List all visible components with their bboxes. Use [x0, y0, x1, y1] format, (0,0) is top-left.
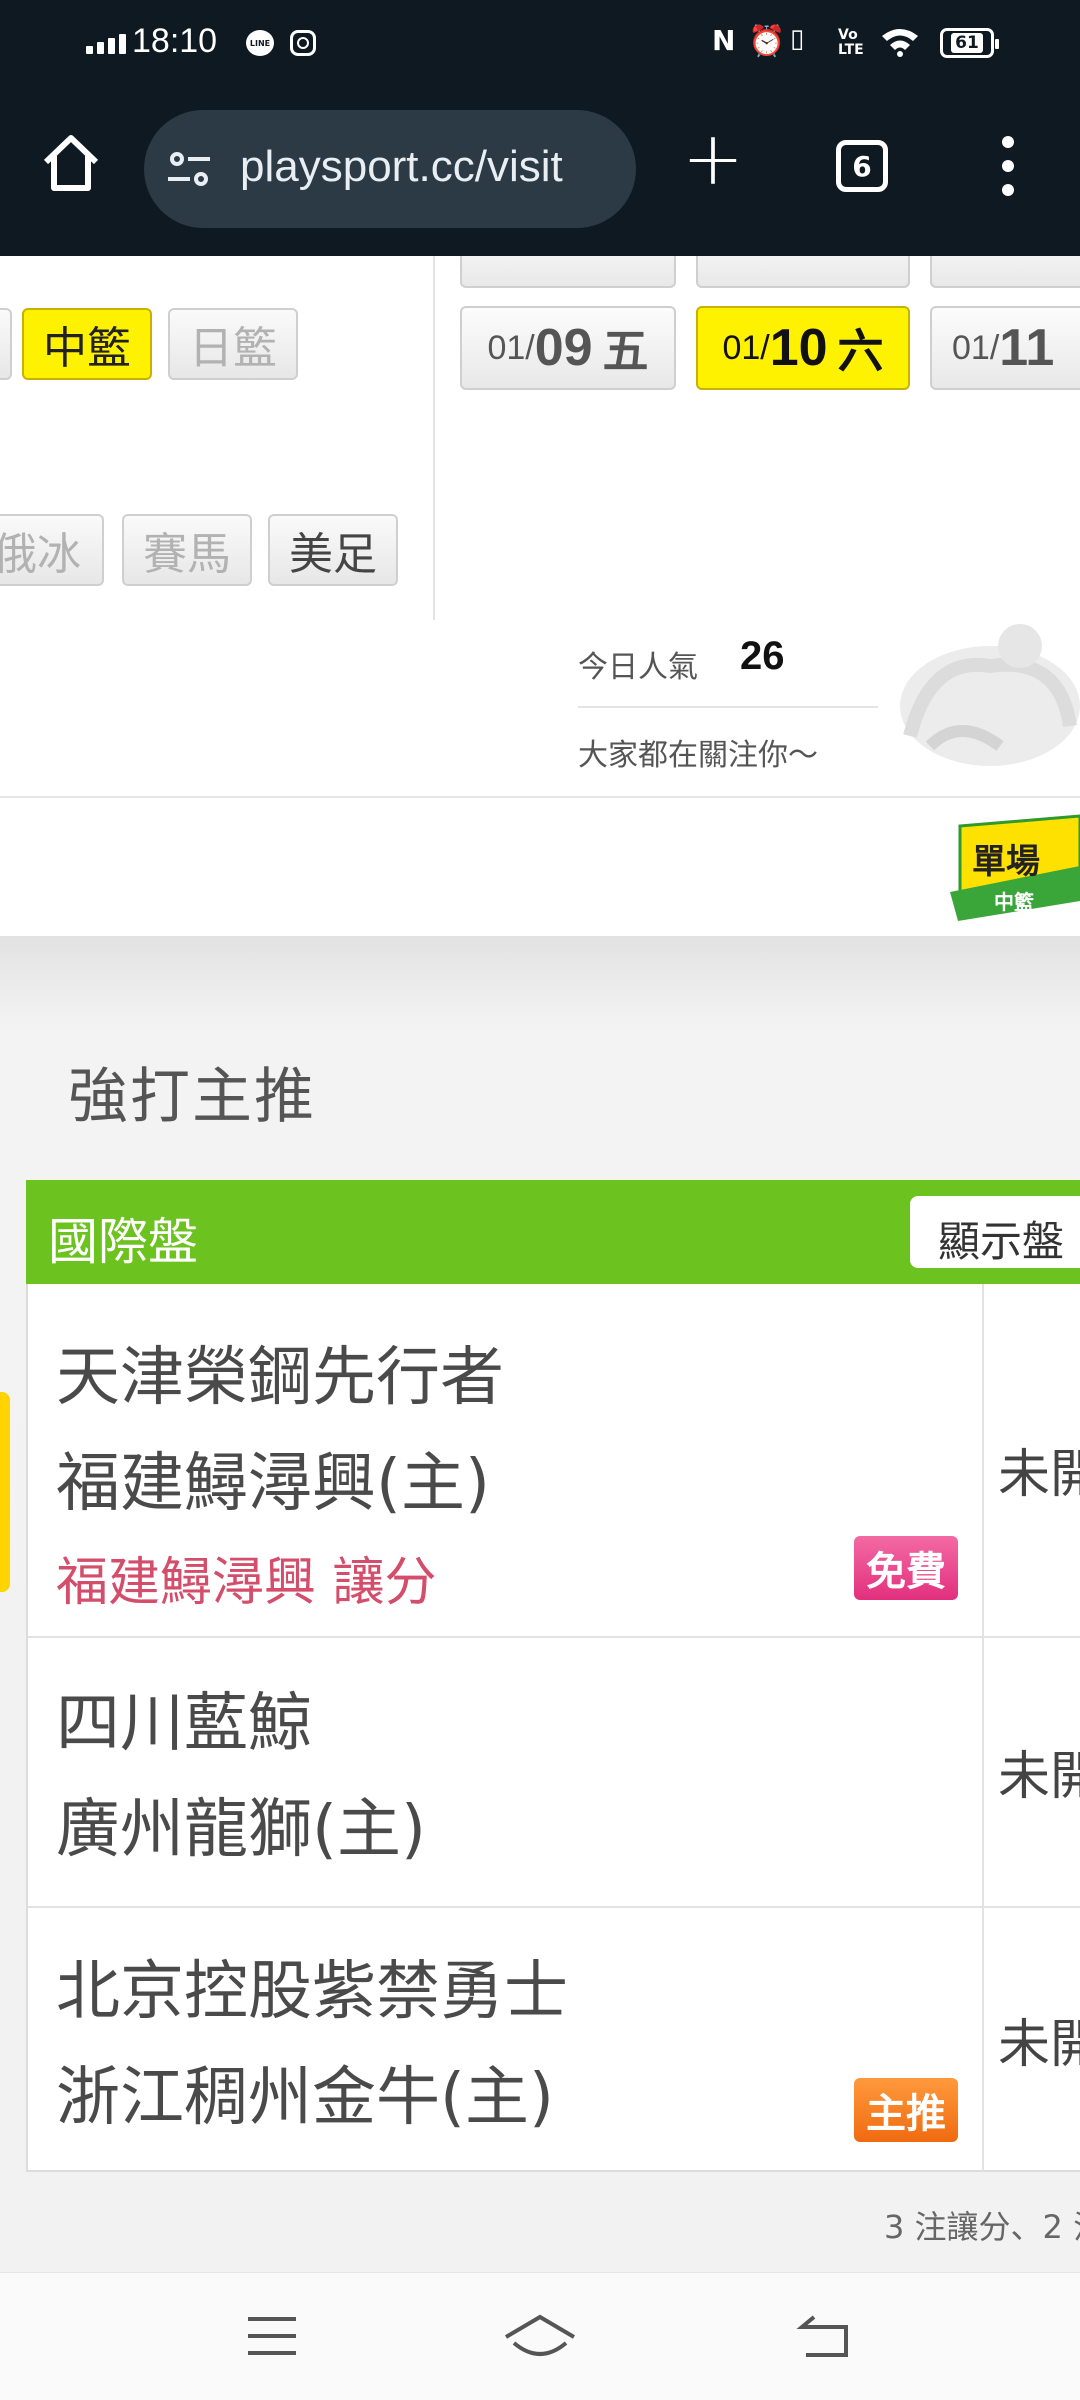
status-time: 18:10: [132, 22, 218, 60]
away-team: 北京控股紫禁勇士: [56, 1955, 568, 2029]
away-team: 天津榮鋼先行者: [56, 1341, 504, 1415]
section-title: 強打主推: [68, 1062, 316, 1132]
home-icon[interactable]: [36, 128, 106, 198]
pick-text: 福建鱘潯興 讓分: [56, 1553, 437, 1613]
board-header: 國際盤 顯示盤: [26, 1180, 1080, 1284]
line-icon: LINE: [246, 30, 274, 56]
sport-chip-left-edge[interactable]: [0, 308, 12, 380]
url-text: playsport.cc/visit: [240, 142, 563, 191]
instagram-icon: [290, 30, 316, 56]
home-team: 福建鱘潯興(主): [56, 1447, 490, 1521]
home-team: 浙江稠州金牛(主): [56, 2061, 554, 2135]
more-menu-icon[interactable]: [1000, 136, 1016, 196]
side-tab[interactable]: [0, 1392, 10, 1592]
new-tab-icon[interactable]: +: [682, 122, 744, 196]
sport-chip-bleague[interactable]: 日籃: [168, 308, 298, 380]
date-0110[interactable]: 01/10 六: [696, 306, 910, 390]
alarm-icon: ⏰: [748, 24, 786, 59]
date-0109[interactable]: 01/09 五: [460, 306, 676, 390]
tab-switcher-button[interactable]: 6: [836, 140, 888, 192]
nav-home-icon[interactable]: [502, 2313, 578, 2363]
game-status: 未開: [998, 2015, 1080, 2075]
sport-chip-horse-racing[interactable]: 賽馬: [122, 514, 252, 586]
games-table: 天津榮鋼先行者 福建鱘潯興(主) 福建鱘潯興 讓分 免費 未開 四川藍鯨 廣州龍…: [26, 1284, 1080, 2172]
volte-icon: Vo LTE: [838, 27, 864, 58]
signal-icon: [86, 34, 126, 54]
browser-toolbar: playsport.cc/visit + 6: [0, 88, 1080, 256]
popularity-subtitle: 大家都在關注你〜: [578, 738, 818, 773]
show-odds-button[interactable]: 顯示盤: [910, 1196, 1080, 1268]
popularity-value: 26: [740, 634, 785, 678]
main-pick-badge: 主推: [854, 2078, 958, 2142]
vibrate-icon: ▯: [790, 24, 805, 54]
web-page: 中籃 日籃 俄冰 賽馬 美足 01/09 五 01/10 六 01/11 今日人氣 …: [0, 256, 1080, 2272]
game-status: 未開: [998, 1747, 1080, 1807]
status-bar: 18:10 LINE N ⏰ ▯ Vo LTE 61: [0, 0, 1080, 88]
sport-chip-cba[interactable]: 中籃: [22, 308, 152, 380]
home-team: 廣州龍獅(主): [56, 1793, 426, 1867]
table-row[interactable]: 天津榮鋼先行者 福建鱘潯興(主) 福建鱘潯興 讓分 免費 未開: [28, 1284, 1080, 1638]
board-title: 國際盤: [48, 1213, 198, 1271]
date-0111[interactable]: 01/11: [930, 306, 1080, 390]
single-game-badge[interactable]: 單場 中籃: [950, 796, 1080, 936]
back-icon[interactable]: [796, 2313, 852, 2359]
address-bar[interactable]: playsport.cc/visit: [144, 110, 636, 228]
board-footnote: 3 注讓分、2 注: [884, 2208, 1080, 2246]
table-row[interactable]: 北京控股紫禁勇士 浙江稠州金牛(主) 主推 未開: [28, 1908, 1080, 2172]
site-settings-icon[interactable]: [166, 146, 212, 192]
mascot-watermark-icon: [900, 624, 1080, 766]
system-nav-bar: [0, 2272, 1080, 2400]
popularity-label: 今日人氣: [578, 650, 698, 685]
away-team: 四川藍鯨: [56, 1687, 312, 1761]
free-badge: 免費: [854, 1536, 958, 1600]
nfc-icon: N: [712, 24, 736, 57]
table-row[interactable]: 四川藍鯨 廣州龍獅(主) 未開: [28, 1638, 1080, 1908]
game-status: 未開: [998, 1445, 1080, 1505]
sport-chip-nfl[interactable]: 美足: [268, 514, 398, 586]
sport-chip-khl[interactable]: 俄冰: [0, 514, 104, 586]
wifi-icon: [880, 26, 920, 62]
recents-icon[interactable]: [244, 2313, 300, 2359]
battery-icon: 61: [940, 28, 999, 58]
